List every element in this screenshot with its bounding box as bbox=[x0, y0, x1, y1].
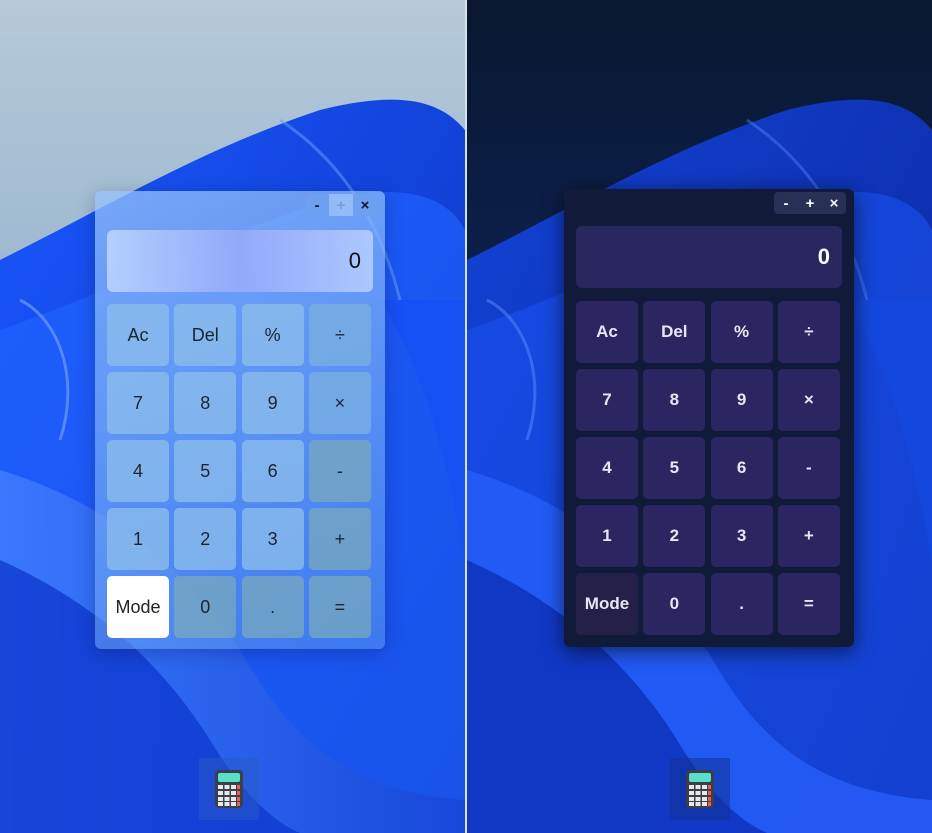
light-theme-panel: - + × 0 Ac Del % ÷ 7 8 9 × 4 5 6 - 1 2 3… bbox=[0, 0, 465, 833]
result-display: 0 bbox=[576, 226, 842, 288]
digit-4-button[interactable]: 4 bbox=[107, 440, 169, 502]
maximize-button[interactable]: + bbox=[798, 192, 822, 214]
minimize-button[interactable]: - bbox=[305, 194, 329, 216]
add-button[interactable]: + bbox=[777, 505, 840, 567]
digit-5-button[interactable]: 5 bbox=[174, 440, 237, 502]
calculator-window-dark: - + × 0 Ac Del % ÷ 7 8 9 × 4 5 6 - 1 2 3… bbox=[564, 189, 854, 647]
digit-2-button[interactable]: 2 bbox=[174, 508, 237, 570]
decimal-button[interactable]: . bbox=[710, 573, 773, 635]
keypad: Ac Del % ÷ 7 8 9 × 4 5 6 - 1 2 3 + Mode … bbox=[107, 304, 373, 638]
divide-button[interactable]: ÷ bbox=[777, 301, 840, 363]
digit-7-button[interactable]: 7 bbox=[576, 369, 638, 431]
digit-3-button[interactable]: 3 bbox=[241, 508, 304, 570]
maximize-button[interactable]: + bbox=[329, 194, 353, 216]
delete-button[interactable]: Del bbox=[643, 301, 706, 363]
digit-8-button[interactable]: 8 bbox=[174, 372, 237, 434]
calculator-app-icon bbox=[686, 770, 714, 808]
calculator-window-light: - + × 0 Ac Del % ÷ 7 8 9 × 4 5 6 - 1 2 3… bbox=[95, 191, 385, 649]
percent-button[interactable]: % bbox=[241, 304, 304, 366]
digit-4-button[interactable]: 4 bbox=[576, 437, 638, 499]
equals-button[interactable]: = bbox=[308, 576, 371, 638]
digit-3-button[interactable]: 3 bbox=[710, 505, 773, 567]
digit-0-button[interactable]: 0 bbox=[643, 573, 706, 635]
close-button[interactable]: × bbox=[353, 194, 377, 216]
equals-button[interactable]: = bbox=[777, 573, 840, 635]
digit-9-button[interactable]: 9 bbox=[241, 372, 304, 434]
digit-1-button[interactable]: 1 bbox=[576, 505, 638, 567]
calculator-app-icon bbox=[215, 770, 243, 808]
divide-button[interactable]: ÷ bbox=[308, 304, 371, 366]
taskbar-calculator-button[interactable] bbox=[199, 758, 259, 820]
digit-5-button[interactable]: 5 bbox=[643, 437, 706, 499]
mode-button[interactable]: Mode bbox=[107, 576, 169, 638]
mode-button[interactable]: Mode bbox=[576, 573, 638, 635]
clear-button[interactable]: Ac bbox=[576, 301, 638, 363]
keypad: Ac Del % ÷ 7 8 9 × 4 5 6 - 1 2 3 + Mode … bbox=[576, 301, 842, 635]
digit-0-button[interactable]: 0 bbox=[174, 576, 237, 638]
digit-6-button[interactable]: 6 bbox=[710, 437, 773, 499]
digit-1-button[interactable]: 1 bbox=[107, 508, 169, 570]
minimize-button[interactable]: - bbox=[774, 192, 798, 214]
subtract-button[interactable]: - bbox=[777, 437, 840, 499]
clear-button[interactable]: Ac bbox=[107, 304, 169, 366]
delete-button[interactable]: Del bbox=[174, 304, 237, 366]
add-button[interactable]: + bbox=[308, 508, 371, 570]
subtract-button[interactable]: - bbox=[308, 440, 371, 502]
window-controls: - + × bbox=[305, 194, 377, 216]
digit-2-button[interactable]: 2 bbox=[643, 505, 706, 567]
digit-6-button[interactable]: 6 bbox=[241, 440, 304, 502]
digit-9-button[interactable]: 9 bbox=[710, 369, 773, 431]
multiply-button[interactable]: × bbox=[308, 372, 371, 434]
result-display: 0 bbox=[107, 230, 373, 292]
multiply-button[interactable]: × bbox=[777, 369, 840, 431]
digit-7-button[interactable]: 7 bbox=[107, 372, 169, 434]
dark-theme-panel: - + × 0 Ac Del % ÷ 7 8 9 × 4 5 6 - 1 2 3… bbox=[467, 0, 932, 833]
digit-8-button[interactable]: 8 bbox=[643, 369, 706, 431]
percent-button[interactable]: % bbox=[710, 301, 773, 363]
close-button[interactable]: × bbox=[822, 192, 846, 214]
window-controls: - + × bbox=[774, 192, 846, 214]
decimal-button[interactable]: . bbox=[241, 576, 304, 638]
taskbar-calculator-button[interactable] bbox=[670, 758, 730, 820]
